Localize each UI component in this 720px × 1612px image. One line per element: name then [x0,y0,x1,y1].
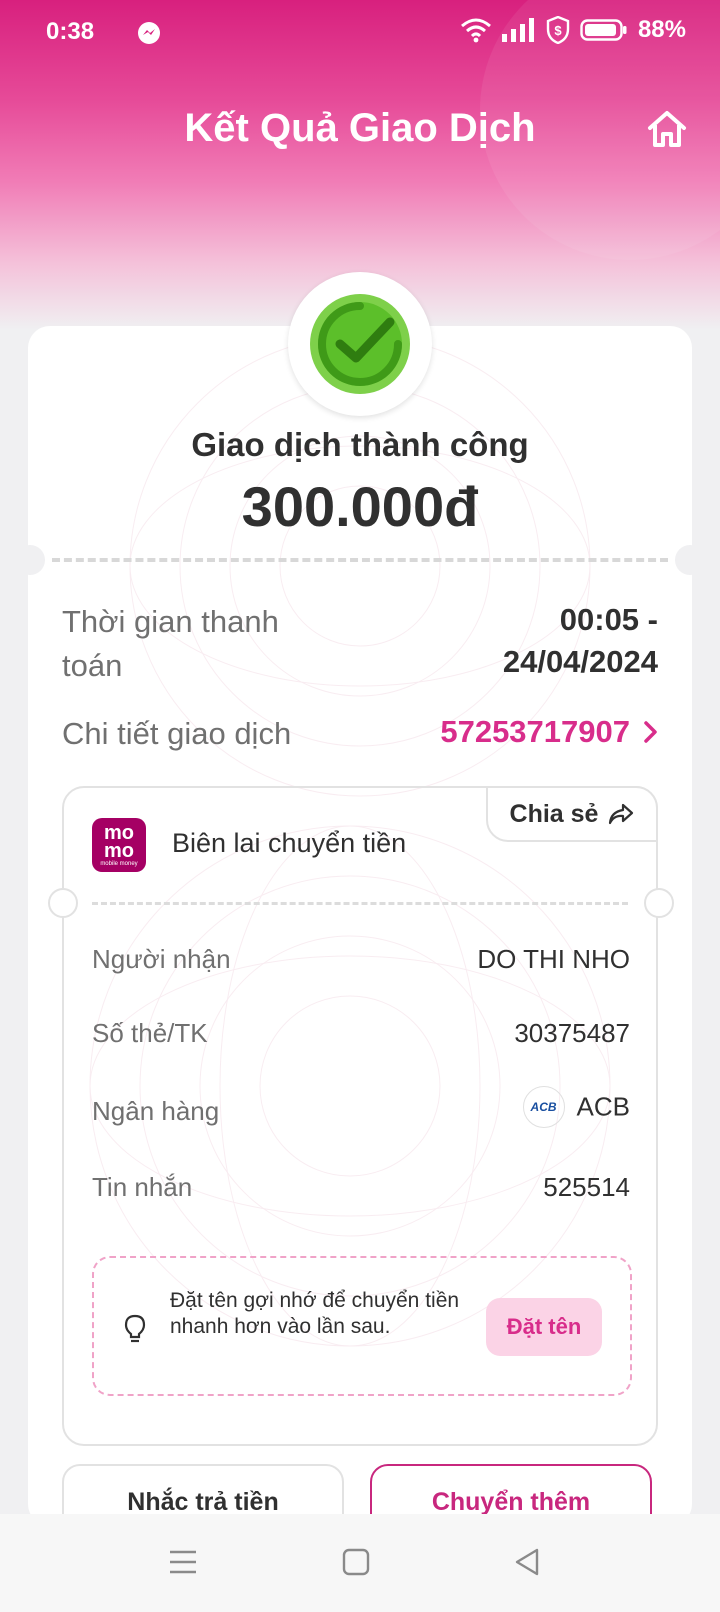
square-icon[interactable] [341,1547,371,1577]
status-time: 0:38 [46,18,95,45]
message-label: Tin nhắn [92,1172,193,1202]
home-icon[interactable] [646,108,688,150]
system-nav-bar [0,1514,720,1612]
payment-time-value-line2: 24/04/2024 [502,644,658,679]
receipt-title: Biên lai chuyển tiền [172,828,407,858]
wifi-icon [460,18,491,43]
bank-label: Ngân hàng [92,1096,220,1126]
shield-dollar-icon: $ [546,16,570,44]
card-notch-left [15,545,45,575]
bank-value: ACB [576,1091,630,1122]
page-title: Kết Quả Giao Dịch [184,106,536,150]
success-badge [288,272,432,416]
payment-time-label: Thời gian thanh toán [62,604,279,683]
payment-time-value-line1: 00:05 - [559,602,658,637]
card-notch-right [675,545,705,575]
messenger-icon [138,22,160,44]
share-button[interactable]: Chia sẻ [486,786,658,842]
share-arrow-icon [609,803,634,825]
account-label: Số thẻ/TK [92,1018,208,1048]
transaction-detail-label: Chi tiết giao dịch [62,716,292,751]
chevron-right-icon [644,721,657,743]
nickname-tip-box: Đặt tên gợi nhớ để chuyển tiền nhanh hơn… [92,1256,632,1396]
message-value: 525514 [543,1172,630,1202]
lightbulb-icon [124,1314,146,1343]
status-title: Giao dịch thành công [191,426,529,463]
status-bar: 0:38 $ 88% [0,0,720,64]
tip-text: Đặt tên gợi nhớ để chuyển tiền nhanh hơn… [170,1289,460,1338]
transfer-receipt: Chia sẻ mo mo mobile money Biên lai chuy… [48,786,674,1446]
battery-icon [580,19,627,41]
acb-bank-logo: ACB [522,1086,565,1128]
title-bar: Kết Quả Giao Dịch [0,100,720,160]
check-circle-icon [310,294,410,394]
signal-icon [501,18,534,42]
back-triangle-icon[interactable] [512,1547,542,1577]
set-name-button[interactable]: Đặt tên [486,1298,602,1356]
transaction-detail-link[interactable]: 57253717907 [440,714,658,750]
receipt-divider [92,902,628,905]
menu-icon[interactable] [168,1547,198,1577]
account-value: 30375487 [514,1018,630,1048]
bank-value-group: ACB ACB [522,1086,630,1128]
share-label: Chia sẻ [509,799,599,828]
battery-percent: 88% [637,16,686,43]
transaction-amount: 300.000đ [241,475,479,538]
receipt-notch-left [48,888,78,918]
perforation-divider [52,558,668,562]
recipient-label: Người nhận [92,944,231,974]
momo-logo: mo mo mobile money [92,818,146,872]
status-icons: $ 88% [460,16,686,44]
recipient-value: DO THI NHO [477,944,630,974]
svg-text:$: $ [554,23,562,38]
transaction-id: 57253717907 [440,714,630,749]
receipt-notch-right [644,888,674,918]
